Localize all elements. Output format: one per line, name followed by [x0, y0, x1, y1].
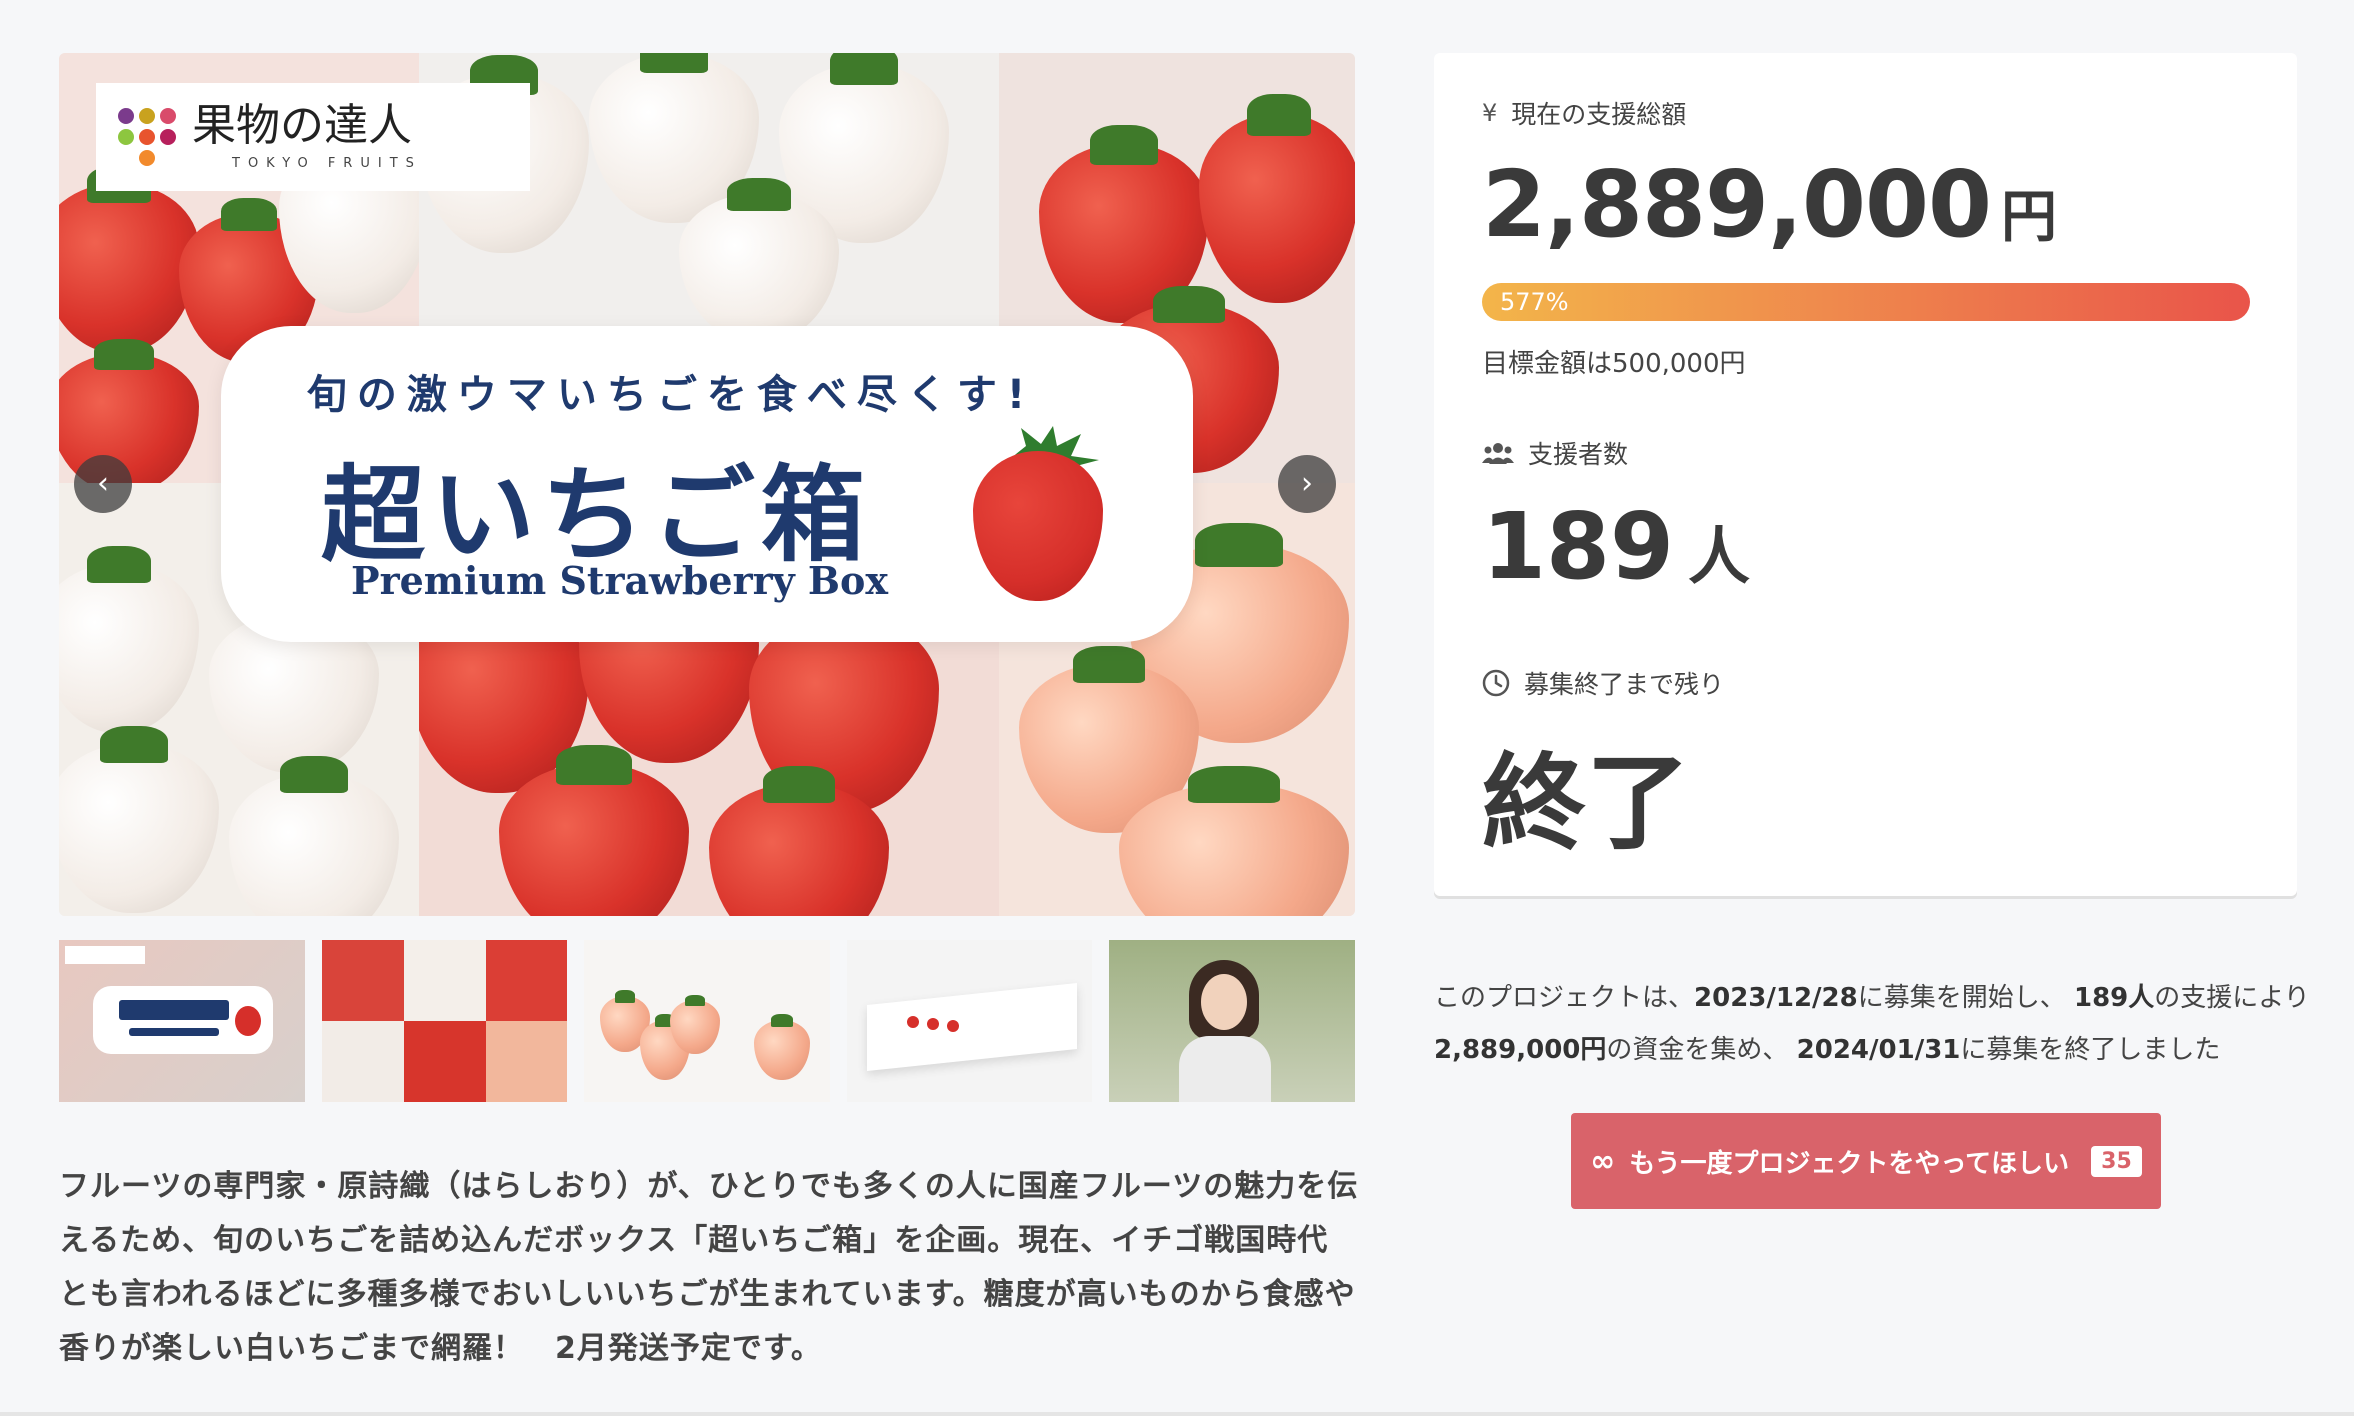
total-label: ¥ 現在の支援総額 — [1482, 95, 1686, 131]
hero-image: 果物の達人 TOKYO FRUITS 旬の激ウマいちごを食べ尽くす! 超いちご箱… — [59, 53, 1355, 916]
next-image-button[interactable]: › — [1278, 455, 1336, 513]
total-amount-unit: 円 — [2001, 185, 2057, 250]
title-banner: 旬の激ウマいちごを食べ尽くす! 超いちご箱 Premium Strawberry… — [221, 326, 1193, 642]
total-label-text: 現在の支援総額 — [1511, 100, 1687, 129]
request-again-label: もう一度プロジェクトをやってほしい — [1629, 1148, 2070, 1179]
thumbnail-3[interactable] — [584, 940, 830, 1102]
remaining-value: 終了 — [1482, 742, 1691, 864]
chevron-right-icon: › — [1301, 466, 1313, 501]
summary-start-date: 2023/12/28 — [1694, 983, 1858, 1013]
summary-text: の資金を集め、 — [1606, 1035, 1797, 1065]
divider — [0, 1412, 2354, 1416]
strawberry-icon — [973, 451, 1103, 601]
clock-icon — [1482, 669, 1510, 697]
thumbnail-2[interactable] — [321, 940, 568, 1102]
stats-card: ¥ 現在の支援総額 2,889,000 円 577% 目標金額は500,000円 … — [1434, 53, 2297, 896]
total-amount-value: 2,889,000 — [1482, 151, 1992, 258]
total-amount: 2,889,000 円 — [1482, 151, 2057, 258]
chevron-left-icon: ‹ — [97, 466, 109, 501]
backers-count-value: 189 — [1482, 493, 1675, 600]
summary-end-date: 2024/01/31 — [1796, 1035, 1961, 1065]
backers-count: 189 人 — [1482, 493, 1750, 600]
users-icon — [1482, 443, 1514, 464]
remaining-label: 募集終了まで残り — [1482, 665, 1724, 701]
logo-dots-icon — [118, 108, 176, 166]
backers-label-text: 支援者数 — [1528, 440, 1629, 469]
prev-image-button[interactable]: ‹ — [74, 455, 132, 513]
progress-label: 577% — [1500, 288, 1569, 316]
request-again-button[interactable]: ∞ もう一度プロジェクトをやってほしい 35 — [1571, 1113, 2161, 1209]
progress-bar: 577% — [1482, 283, 2250, 321]
summary-text: の支援により — [2154, 983, 2310, 1013]
thumbnail-strip — [59, 940, 1355, 1102]
goal-text: 目標金額は500,000円 — [1482, 349, 1746, 379]
project-summary: このプロジェクトは、2023/12/28に募集を開始し、 189人の支援により … — [1434, 972, 2314, 1076]
summary-text: に募集を終了しました — [1960, 1035, 2221, 1065]
thumbnail-5[interactable] — [1109, 940, 1355, 1102]
logo-name: 果物の達人 — [192, 99, 412, 151]
thumbnail-4[interactable] — [846, 940, 1093, 1102]
request-again-count: 35 — [2091, 1145, 2142, 1177]
infinity-icon: ∞ — [1590, 1143, 1616, 1179]
summary-text: に募集を開始し、 — [1857, 983, 2074, 1013]
brand-logo: 果物の達人 TOKYO FRUITS — [96, 83, 530, 191]
summary-amount: 2,889,000円 — [1434, 1035, 1607, 1065]
summary-backers: 189人 — [2074, 983, 2155, 1013]
logo-subname: TOKYO FRUITS — [232, 155, 422, 171]
banner-english: Premium Strawberry Box — [351, 558, 889, 603]
project-description: フルーツの専門家・原詩織（はらしおり）が、ひとりでも多くの人に国産フルーツの魅力… — [59, 1169, 1359, 1366]
banner-subtitle: 旬の激ウマいちごを食べ尽くす! — [306, 372, 1036, 418]
thumbnail-1[interactable] — [59, 940, 305, 1102]
backers-label: 支援者数 — [1482, 435, 1628, 471]
remaining-label-text: 募集終了まで残り — [1524, 670, 1725, 699]
summary-text: このプロジェクトは、 — [1434, 983, 1695, 1013]
yen-icon: ¥ — [1482, 99, 1498, 127]
backers-count-unit: 人 — [1688, 520, 1751, 593]
